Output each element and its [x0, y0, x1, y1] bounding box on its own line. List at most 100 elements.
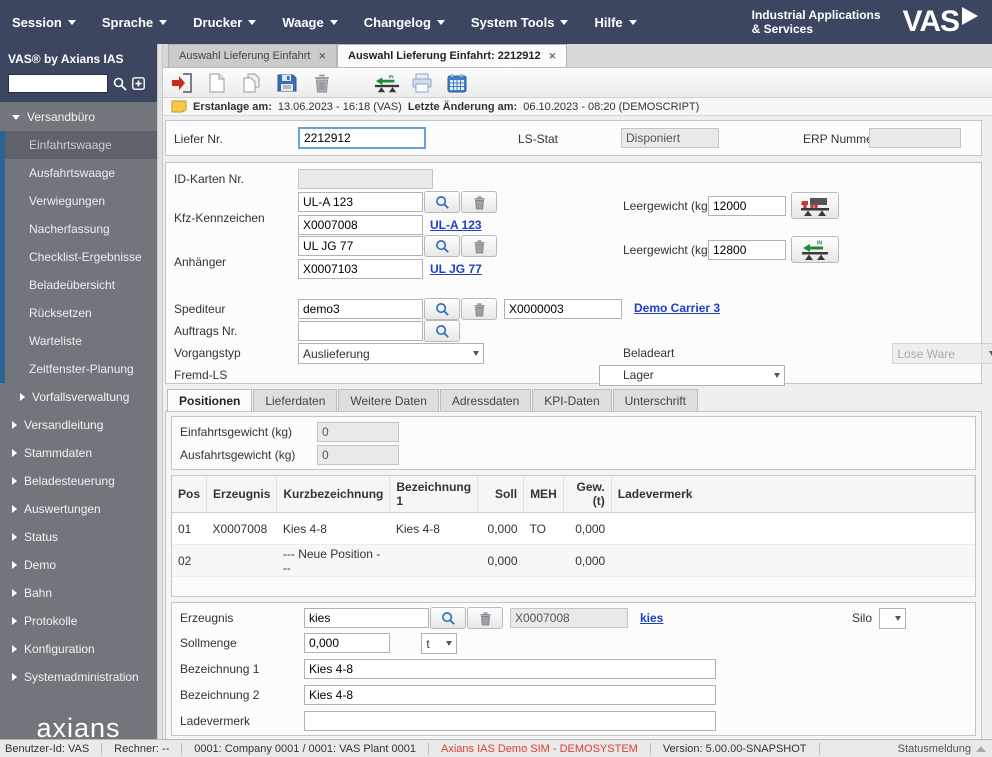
sidebar-group-protokolle[interactable]: Protokolle: [0, 607, 157, 635]
liefer-nr-input[interactable]: [298, 127, 426, 149]
ladevermerk-input[interactable]: [304, 711, 716, 731]
kfz-plate-link[interactable]: UL-A 123: [430, 218, 482, 232]
sidebar-search-input[interactable]: [8, 74, 108, 93]
menu-hilfe[interactable]: Hilfe: [594, 15, 637, 30]
sidebar-item-beladeuebersicht[interactable]: Beladeübersicht: [5, 271, 157, 299]
sidebar-group-konfiguration[interactable]: Konfiguration: [0, 635, 157, 663]
tab-unterschrift[interactable]: Unterschrift: [612, 389, 698, 411]
bezeichnung-1-input[interactable]: [304, 659, 716, 679]
menu-session[interactable]: Session: [12, 15, 76, 30]
sidebar-group-stammdaten[interactable]: Stammdaten: [0, 439, 157, 467]
sidebar-group-status[interactable]: Status: [0, 523, 157, 551]
menu-sprache[interactable]: Sprache: [102, 15, 168, 30]
sidebar-item-einfahrtswaage[interactable]: Einfahrtswaage: [5, 131, 157, 159]
sollmenge-input[interactable]: [304, 633, 390, 653]
kfz-delete-button[interactable]: [461, 191, 497, 213]
erzeugnis-link[interactable]: kies: [640, 611, 663, 625]
sidebar-group-systemadministration[interactable]: Systemadministration: [0, 663, 157, 691]
created-value: 13.06.2023 - 16:18 (VAS): [277, 100, 402, 113]
tab-adressdaten[interactable]: Adressdaten: [439, 389, 532, 411]
erzeugnis-delete-button[interactable]: [467, 607, 503, 629]
anhaenger-leergewicht-input[interactable]: [708, 240, 786, 260]
anhaenger-leergewicht-label: Leergewicht (kg): [623, 243, 712, 257]
sollmenge-label: Sollmenge: [180, 636, 237, 650]
search-icon[interactable]: [113, 77, 127, 91]
sidebar-item-verwiegungen[interactable]: Verwiegungen: [5, 187, 157, 215]
table-row[interactable]: 01 X0007008 Kies 4-8 Kies 4-8 0,000 TO 0…: [172, 512, 975, 545]
tab-positionen[interactable]: Positionen: [167, 389, 253, 411]
col-kurzbezeichnung[interactable]: Kurzbezeichnung: [276, 476, 391, 513]
add-icon[interactable]: [132, 77, 145, 90]
table-row[interactable]: 02 --- Neue Position --- 0,000 0,000: [172, 544, 975, 577]
silo-select[interactable]: [879, 608, 906, 629]
col-meh[interactable]: MEH: [523, 476, 564, 513]
anhaenger-search-button[interactable]: [424, 235, 460, 257]
kfz-leergewicht-input[interactable]: [708, 196, 786, 216]
close-icon[interactable]: ✕: [549, 51, 557, 62]
copy-button[interactable]: [239, 71, 265, 95]
kfz-search-button[interactable]: [424, 191, 460, 213]
col-pos[interactable]: Pos: [172, 476, 208, 513]
menu-waage[interactable]: Waage: [282, 15, 338, 30]
anhaenger-weigh-button[interactable]: IN: [791, 236, 839, 263]
kfz-code-input[interactable]: [298, 215, 423, 235]
tab-weitere-daten[interactable]: Weitere Daten: [338, 389, 439, 411]
chevron-down-icon: [67, 19, 76, 25]
vorgangstyp-select[interactable]: Auslieferung: [298, 343, 484, 364]
tab-kpi-daten[interactable]: KPI-Daten: [532, 389, 612, 411]
menu-system-tools[interactable]: System Tools: [471, 15, 569, 30]
status-message-toggle[interactable]: Statusmeldung: [898, 743, 992, 755]
new-document-button[interactable]: [204, 71, 230, 95]
sidebar-item-checklist-ergebnisse[interactable]: Checklist-Ergebnisse: [5, 243, 157, 271]
silo-label: Silo: [852, 611, 873, 625]
kfz-weigh-button[interactable]: [791, 192, 839, 219]
spediteur-delete-button[interactable]: [461, 298, 497, 320]
kfz-plate-input[interactable]: [298, 192, 423, 212]
erzeugnis-search-button[interactable]: [430, 607, 466, 629]
col-gew-t[interactable]: Gew.(t): [563, 476, 612, 513]
sidebar-group-versandleitung[interactable]: Versandleitung: [0, 411, 157, 439]
close-icon[interactable]: ✕: [318, 51, 326, 62]
anhaenger-delete-button[interactable]: [461, 235, 497, 257]
sidebar-item-warteliste[interactable]: Warteliste: [5, 327, 157, 355]
tab-auswahl-lieferung-einfahrt[interactable]: Auswahl Lieferung Einfahrt ✕: [168, 44, 338, 67]
erzeugnis-input[interactable]: [304, 608, 429, 628]
col-erzeugnis[interactable]: Erzeugnis: [206, 476, 278, 513]
anhaenger-plate-input[interactable]: [298, 236, 423, 256]
bezeichnung-2-input[interactable]: [304, 685, 716, 705]
col-ladevermerk[interactable]: Ladevermerk: [611, 476, 975, 513]
spediteur-search-button[interactable]: [424, 298, 460, 320]
tab-auswahl-lieferung-einfahrt-2212912[interactable]: Auswahl Lieferung Einfahrt: 2212912 ✕: [337, 44, 568, 67]
sidebar-group-vorfallsverwaltung[interactable]: Vorfallsverwaltung: [0, 383, 157, 411]
sidebar-item-zeitfenster-planung[interactable]: Zeitfenster-Planung: [5, 355, 157, 383]
auftrag-search-button[interactable]: [424, 320, 460, 342]
sidebar-item-ruecksetzen[interactable]: Rücksetzen: [5, 299, 157, 327]
sidebar-group-versandbuero[interactable]: Versandbüro: [0, 102, 157, 131]
weighbridge-in-button[interactable]: IN: [374, 71, 400, 95]
sidebar-item-ausfahrtswaage[interactable]: Ausfahrtswaage: [5, 159, 157, 187]
menu-changelog[interactable]: Changelog: [364, 15, 445, 30]
print-button[interactable]: [409, 71, 435, 95]
exit-button[interactable]: [169, 71, 195, 95]
sidebar-group-beladesteuerung[interactable]: Beladesteuerung: [0, 467, 157, 495]
delete-button[interactable]: [309, 71, 335, 95]
menu-drucker[interactable]: Drucker: [193, 15, 257, 30]
new-document-icon: [209, 73, 225, 92]
calendar-button[interactable]: [444, 71, 470, 95]
anhaenger-code-input[interactable]: [298, 259, 423, 279]
anhaenger-plate-link[interactable]: UL JG 77: [430, 262, 482, 276]
detail-tabbar: Positionen Lieferdaten Weitere Daten Adr…: [165, 388, 982, 411]
auftrags-nr-input[interactable]: [298, 321, 423, 341]
save-button[interactable]: [274, 71, 300, 95]
sollmenge-unit-select[interactable]: t: [421, 633, 458, 654]
col-soll[interactable]: Soll: [477, 476, 525, 513]
spediteur-code-input[interactable]: [504, 299, 622, 319]
sidebar-item-nacherfassung[interactable]: Nacherfassung: [5, 215, 157, 243]
spediteur-link[interactable]: Demo Carrier 3: [634, 301, 720, 315]
sidebar-group-auswertungen[interactable]: Auswertungen: [0, 495, 157, 523]
col-bezeichnung-1[interactable]: Bezeichnung 1: [389, 476, 479, 513]
sidebar-group-bahn[interactable]: Bahn: [0, 579, 157, 607]
spediteur-input[interactable]: [298, 299, 423, 319]
tab-lieferdaten[interactable]: Lieferdaten: [253, 389, 338, 411]
sidebar-group-demo[interactable]: Demo: [0, 551, 157, 579]
